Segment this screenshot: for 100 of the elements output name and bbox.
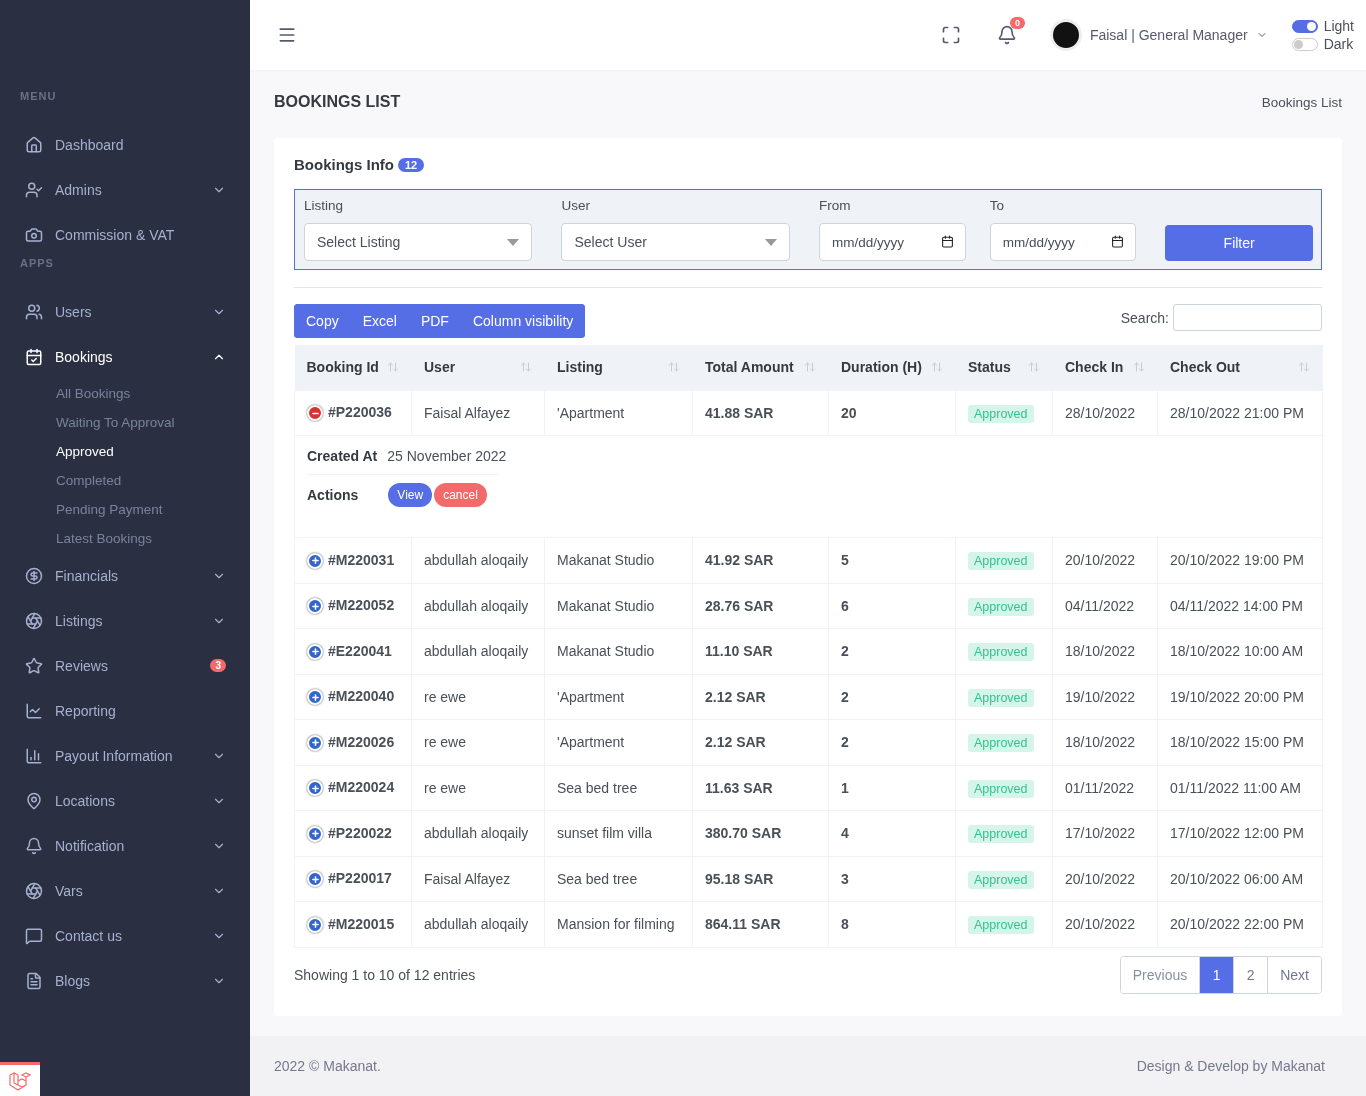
calendar-icon[interactable] — [1111, 235, 1125, 248]
theme-switch[interactable] — [1291, 19, 1318, 33]
sidebar-item[interactable]: Dashboard — [0, 122, 250, 167]
sidebar-item[interactable]: Vars — [0, 868, 250, 913]
avatar — [1049, 19, 1082, 51]
table-cell: 2 — [828, 628, 956, 674]
sidebar-item[interactable]: Reviews 3 — [0, 643, 250, 688]
sidebar-item[interactable]: Notification — [0, 823, 250, 868]
table-cell: 28/10/2022 — [1052, 390, 1158, 436]
sidebar-item[interactable]: Commission & VAT — [0, 212, 250, 257]
table-cell: 3 — [828, 856, 956, 902]
page-button[interactable]: 1 — [1199, 956, 1234, 993]
table-cell: re ewe — [411, 674, 545, 720]
expand-row-button[interactable] — [307, 916, 323, 933]
sidebar-item[interactable]: Bookings — [0, 334, 250, 379]
plus-icon — [310, 692, 320, 702]
status-tag: Approved — [968, 825, 1034, 844]
submenu-item[interactable]: Pending Payment — [0, 495, 250, 524]
sort-icon — [668, 361, 680, 374]
submenu-item[interactable]: Waiting To Approval — [0, 408, 250, 437]
count-badge: 3 — [210, 659, 226, 672]
table-cell: 17/10/2022 — [1052, 810, 1158, 856]
table-cell: abdullah aloqaily — [411, 583, 545, 629]
menu-icon — [25, 302, 43, 321]
menu-icon — [25, 180, 43, 199]
date-field[interactable]: mm/dd/yyyy — [818, 223, 966, 261]
user-select[interactable]: Select User — [561, 223, 790, 261]
column-header[interactable]: Duration (H) — [828, 345, 956, 390]
menu-icon — [277, 25, 297, 45]
table-cell: 864.11 SAR — [692, 901, 829, 947]
submenu-item[interactable]: All Bookings — [0, 379, 250, 408]
expand-row-button[interactable] — [307, 689, 323, 706]
sidebar-item[interactable]: Contact us — [0, 913, 250, 958]
sidebar-item[interactable]: Reporting — [0, 688, 250, 733]
column-header[interactable]: Status — [955, 345, 1053, 390]
plus-icon — [310, 783, 320, 793]
table-cell: 20/10/2022 — [1052, 856, 1158, 902]
table-cell: 4 — [828, 810, 956, 856]
table-cell: #P220017 — [294, 856, 412, 902]
sidebar-item[interactable]: Financials — [0, 553, 250, 598]
column-header[interactable]: Check In — [1052, 345, 1158, 390]
sidebar-item[interactable]: Locations — [0, 778, 250, 823]
listing-select[interactable]: Select Listing — [304, 223, 533, 261]
filter-button[interactable]: Filter — [1165, 225, 1313, 261]
menu-icon — [25, 135, 43, 154]
table-cell: 380.70 SAR — [692, 810, 829, 856]
table-cell: 11.63 SAR — [692, 765, 829, 811]
column-header[interactable]: Check Out — [1157, 345, 1323, 390]
expand-row-button[interactable] — [307, 643, 323, 660]
menu-icon — [25, 566, 43, 585]
table-cell: 6 — [828, 583, 956, 629]
column-header[interactable]: User — [411, 345, 545, 390]
table-cell: 20/10/2022 19:00 PM — [1157, 537, 1323, 583]
plus-icon — [310, 556, 320, 566]
sidebar-item[interactable]: Users — [0, 289, 250, 334]
table-cell: 01/11/2022 — [1052, 765, 1158, 811]
table-cell: 19/10/2022 20:00 PM — [1157, 674, 1323, 720]
column-header[interactable]: Total Amount — [692, 345, 829, 390]
view-button[interactable]: View — [388, 483, 433, 507]
sidebar-item[interactable]: Payout Information — [0, 733, 250, 778]
sidebar-item[interactable]: Blogs — [0, 958, 250, 1003]
expand-row-button[interactable] — [307, 552, 323, 569]
search-field[interactable] — [1173, 304, 1322, 331]
sidebar-item[interactable]: Admins — [0, 167, 250, 212]
column-header[interactable]: Listing — [544, 345, 693, 390]
menu-icon — [25, 225, 43, 244]
breadcrumb[interactable]: Bookings List — [1261, 94, 1342, 110]
pagination-nav-button[interactable]: Next — [1267, 956, 1321, 993]
expand-row-button[interactable] — [307, 598, 323, 615]
submenu-item[interactable]: Completed — [0, 466, 250, 495]
status-tag: Approved — [968, 552, 1034, 571]
table-cell: #P220036 — [294, 390, 412, 436]
collapse-row-button[interactable] — [307, 405, 323, 422]
column-header[interactable]: Booking Id — [294, 345, 412, 390]
plus-icon — [310, 738, 320, 748]
table-cell: #M220040 — [294, 674, 412, 720]
table-cell: abdullah aloqaily — [411, 901, 545, 947]
search-label: Search: — [1120, 309, 1169, 326]
table-cell: Makanat Studio — [544, 537, 693, 583]
calendar-icon[interactable] — [940, 235, 954, 248]
logo-tab[interactable] — [0, 1062, 40, 1096]
sort-icon — [804, 361, 816, 374]
submenu-item[interactable]: Approved — [0, 437, 250, 466]
fullscreen-icon — [940, 25, 961, 45]
user-menu[interactable]: Faisal | General Manager — [1043, 18, 1274, 52]
theme-switch[interactable] — [1291, 37, 1318, 51]
expand-row-button[interactable] — [307, 734, 323, 751]
table-cell: 20 — [828, 390, 956, 436]
expand-row-button[interactable] — [307, 825, 323, 842]
menu-section-title: MENU — [19, 90, 58, 102]
table-cell: 2.12 SAR — [692, 719, 829, 765]
expand-row-button[interactable] — [307, 871, 323, 888]
table-cell: 'Apartment — [544, 719, 693, 765]
field-label: Listing — [304, 198, 345, 213]
submenu-item[interactable]: Latest Bookings — [0, 524, 250, 553]
sidebar-item[interactable]: Listings — [0, 598, 250, 643]
date-field[interactable]: mm/dd/yyyy — [989, 223, 1137, 261]
table-cell: Sea bed tree — [544, 765, 693, 811]
plus-icon — [310, 829, 320, 839]
expand-row-button[interactable] — [307, 780, 323, 797]
